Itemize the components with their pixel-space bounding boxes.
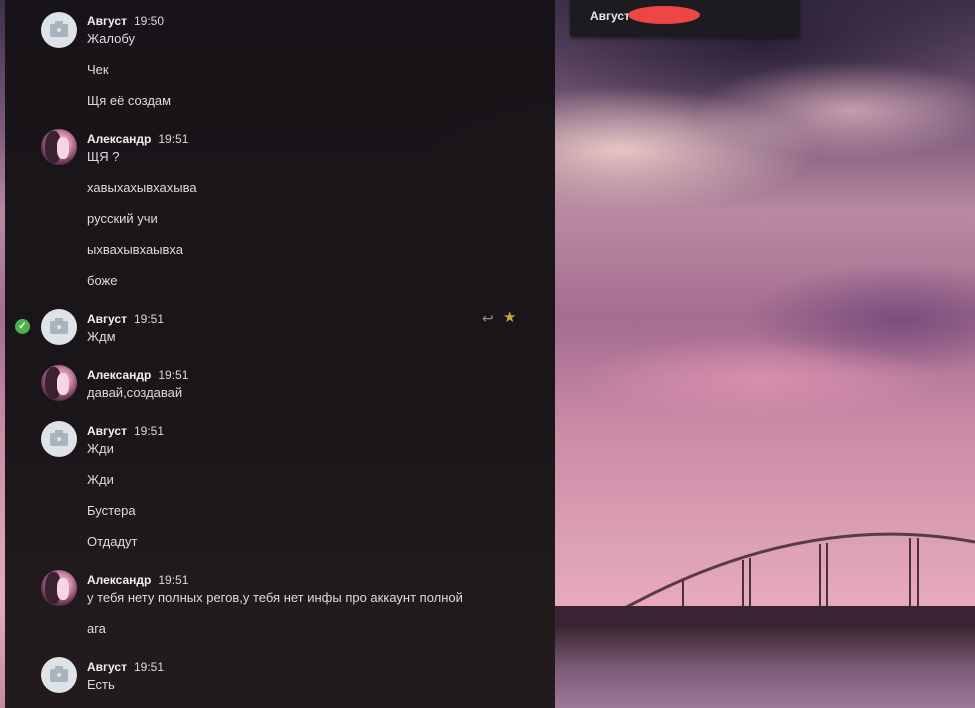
message-text: Бустера (87, 503, 136, 518)
check-icon[interactable]: ✓ (15, 319, 30, 334)
message-author[interactable]: Август 19:51 (87, 660, 164, 674)
dialog-contact-name: Август (590, 9, 630, 23)
message-text: Есть (87, 677, 115, 692)
message-time: 19:51 (158, 573, 189, 587)
author-name[interactable]: Александр (87, 368, 151, 382)
message-time: 19:51 (133, 424, 164, 438)
message-text: ыхвахывхаывха (87, 242, 184, 257)
message-text: у тебя нету полных регов,у тебя нет инфы… (87, 590, 463, 605)
user-photo[interactable] (41, 570, 77, 606)
message-time: 19:51 (158, 132, 189, 146)
message-text: Жди (87, 441, 114, 456)
message-history[interactable]: Август 19:50 Жалобу Чек Щя её создам Алек… (5, 0, 555, 708)
message-text: Щя её создам (87, 93, 172, 108)
author-name[interactable]: Август (87, 424, 127, 438)
user-photo[interactable] (41, 365, 77, 401)
message-time: 19:50 (133, 14, 164, 28)
message-time: 19:51 (158, 368, 189, 382)
message-text: Отдадут (87, 534, 138, 549)
message-author[interactable]: Александр 19:51 (87, 368, 188, 382)
author-name[interactable]: Август (87, 14, 127, 28)
message-time: 19:51 (133, 660, 164, 674)
author-name[interactable]: Август (87, 312, 127, 326)
message-text: русский учи (87, 211, 158, 226)
star-icon[interactable]: ★ (503, 310, 517, 325)
message-text: боже (87, 273, 118, 288)
user-photo[interactable] (41, 129, 77, 165)
camera-icon[interactable] (41, 421, 77, 457)
message-time: 19:51 (133, 312, 164, 326)
message-author[interactable]: Александр 19:51 (87, 573, 188, 587)
message-text: Чек (87, 62, 109, 77)
author-name[interactable]: Александр (87, 573, 151, 587)
author-name[interactable]: Август (87, 660, 127, 674)
message-text: Жалобу (87, 31, 136, 46)
message-author[interactable]: Август 19:51 (87, 424, 164, 438)
message-text: ага (87, 621, 106, 636)
message-text: Жди (87, 472, 114, 487)
author-name[interactable]: Александр (87, 132, 151, 146)
redaction-mark (628, 6, 700, 24)
message-text: Ждм (87, 329, 116, 344)
message-text: давай,создавай (87, 385, 183, 400)
bridge-illustration (555, 532, 975, 610)
camera-icon[interactable] (41, 657, 77, 693)
message-author[interactable]: Август 19:51 (87, 312, 164, 326)
message-text: ЩЯ ? (87, 149, 120, 164)
message-text: хавыхахывхахыва (87, 180, 197, 195)
message-author[interactable]: Александр 19:51 (87, 132, 188, 146)
message-author[interactable]: Август 19:50 (87, 14, 164, 28)
background-water (555, 606, 975, 708)
camera-icon[interactable] (41, 309, 77, 345)
camera-icon[interactable] (41, 12, 77, 48)
reply-icon[interactable]: ↩ (482, 311, 496, 325)
